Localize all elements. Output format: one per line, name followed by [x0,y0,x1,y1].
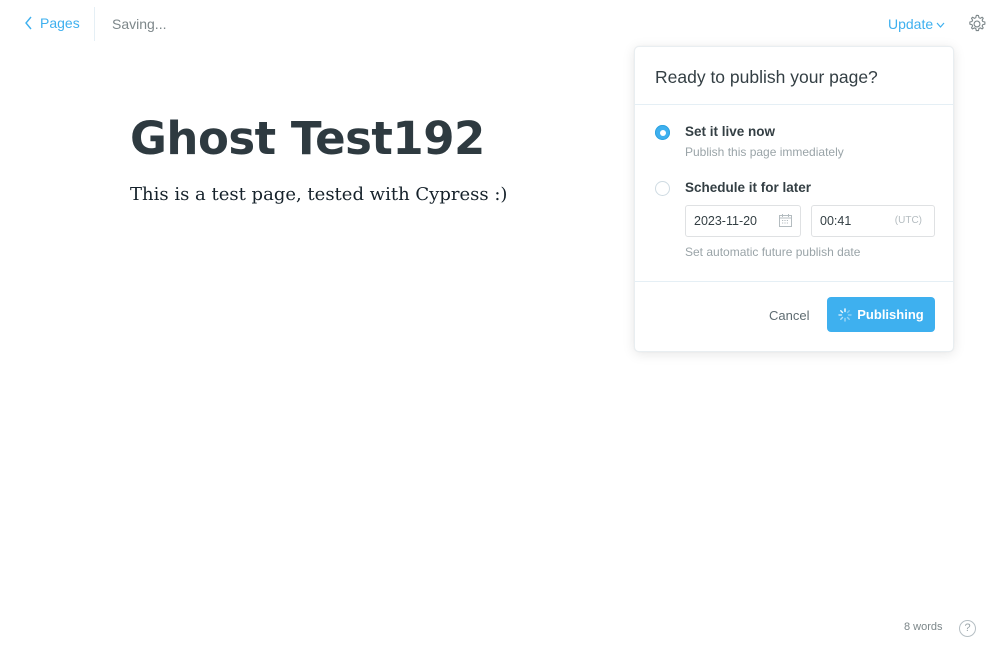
editor-canvas: Ghost Test192 This is a test page, teste… [130,108,630,205]
update-dropdown-button[interactable]: Update [888,16,945,32]
publish-button-label: Publishing [857,307,924,322]
back-to-pages-link[interactable]: Pages [24,15,80,31]
schedule-hint: Set automatic future publish date [685,245,861,259]
option-title-publish-now[interactable]: Set it live now [685,124,775,139]
save-status: Saving... [112,16,167,32]
calendar-icon[interactable] [779,214,792,227]
settings-button[interactable] [966,13,988,35]
update-label: Update [888,16,934,32]
help-button[interactable]: ? [959,620,976,637]
option-subtitle-publish-now: Publish this page immediately [685,145,844,159]
spinner-icon [838,307,852,322]
gear-icon [969,14,986,32]
publish-menu-footer: Cancel Publishing [635,281,953,351]
chevron-down-icon [936,22,945,28]
cancel-button[interactable]: Cancel [769,308,809,323]
page-body[interactable]: This is a test page, tested with Cypress… [130,184,630,205]
publish-button[interactable]: Publishing [827,297,935,332]
schedule-date-value: 2023-11-20 [694,214,758,228]
page-title[interactable]: Ghost Test192 [130,108,630,170]
chevron-left-icon [25,16,32,30]
option-title-schedule-later[interactable]: Schedule it for later [685,180,811,195]
radio-publish-now[interactable] [655,125,670,140]
topbar-divider [94,7,95,41]
radio-schedule-later[interactable] [655,181,670,196]
word-count: 8 words [904,621,943,633]
editor-topbar: Pages Saving... Update [0,0,1000,50]
schedule-date-input[interactable]: 2023-11-20 [685,205,801,237]
publish-menu-heading: Ready to publish your page? [635,47,953,105]
schedule-time-value: 00:41 [820,214,852,228]
back-link-label: Pages [40,15,80,31]
schedule-time-input[interactable]: 00:41 (UTC) [811,205,935,237]
publish-menu: Ready to publish your page? Set it live … [634,46,954,352]
timezone-label: (UTC) [894,215,922,226]
